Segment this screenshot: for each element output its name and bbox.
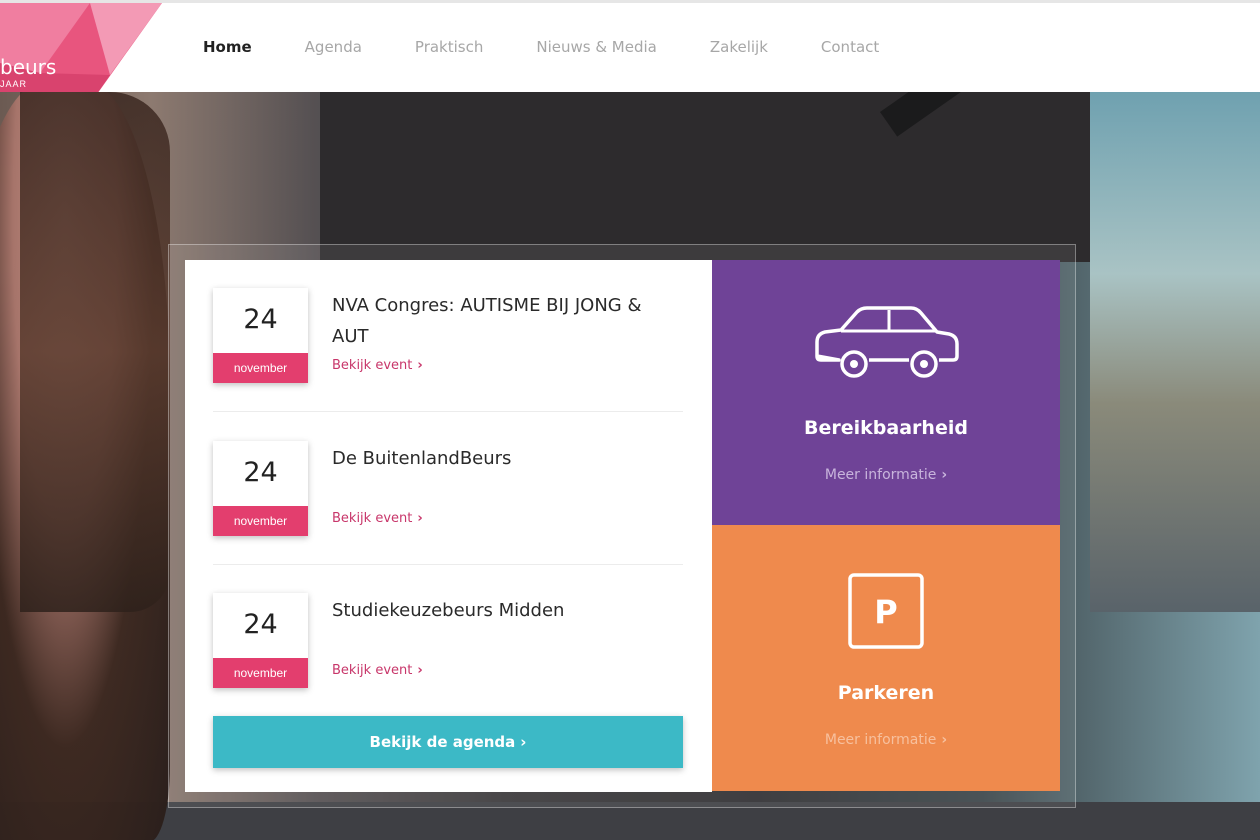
tile-link[interactable]: Meer informatie › <box>712 732 1060 748</box>
tile-link-label: Meer informatie <box>824 732 937 748</box>
event-item: 24 november De BuitenlandBeurs Bekijk ev… <box>213 441 683 561</box>
event-title: NVA Congres: AUTISME BIJ JONG & AUT <box>332 295 642 347</box>
event-day: 24 <box>243 304 278 335</box>
nav-item-nieuws-media[interactable]: Nieuws & Media <box>536 38 657 56</box>
logo-text: beurs <box>0 55 57 79</box>
event-link-label: Bekijk event <box>332 358 413 373</box>
event-link-label: Bekijk event <box>332 511 413 526</box>
chevron-right-icon: › <box>520 733 527 751</box>
event-month: november <box>213 658 308 688</box>
event-link[interactable]: Bekijk event › <box>332 663 423 678</box>
view-agenda-button[interactable]: Bekijk de agenda › <box>213 716 683 768</box>
chevron-right-icon: › <box>417 663 423 678</box>
nav-item-zakelijk[interactable]: Zakelijk <box>710 38 768 56</box>
hero-hair <box>20 92 170 612</box>
nav-item-praktisch[interactable]: Praktisch <box>415 38 483 56</box>
nav-item-contact[interactable]: Contact <box>821 38 879 56</box>
tile-title: Parkeren <box>837 682 935 704</box>
event-day: 24 <box>243 609 278 640</box>
event-title: Studiekeuzebeurs Midden <box>332 600 565 621</box>
agenda-button-label: Bekijk de agenda <box>369 733 516 751</box>
tile-link[interactable]: Meer informatie › <box>712 467 1060 483</box>
parkeren-tile[interactable]: P Parkeren Meer informatie › <box>712 525 1060 791</box>
parking-icon: P <box>712 573 1060 649</box>
tile-link-label: Meer informatie <box>824 467 937 483</box>
main-nav: Home Agenda Praktisch Nieuws & Media Zak… <box>203 38 932 56</box>
chevron-right-icon: › <box>417 358 423 373</box>
event-item: 24 november NVA Congres: AUTISME BIJ JON… <box>213 288 683 408</box>
event-date: 24 november <box>213 288 308 383</box>
chevron-right-icon: › <box>417 511 423 526</box>
event-link-label: Bekijk event <box>332 663 413 678</box>
event-item: 24 november Studiekeuzebeurs Midden Beki… <box>213 593 683 713</box>
events-panel: 24 november NVA Congres: AUTISME BIJ JON… <box>185 260 712 792</box>
tile-title: Bereikbaarheid <box>804 417 968 439</box>
car-icon <box>712 304 1060 384</box>
event-date: 24 november <box>213 593 308 688</box>
event-link[interactable]: Bekijk event › <box>332 511 423 526</box>
chevron-right-icon: › <box>941 732 948 748</box>
event-link[interactable]: Bekijk event › <box>332 358 423 373</box>
event-day: 24 <box>243 457 278 488</box>
hero-glass <box>1090 92 1260 612</box>
bereikbaarheid-tile[interactable]: Bereikbaarheid Meer informatie › <box>712 260 1060 525</box>
event-month: november <box>213 353 308 383</box>
event-date: 24 november <box>213 441 308 536</box>
divider <box>213 564 683 565</box>
event-month: november <box>213 506 308 536</box>
chevron-right-icon: › <box>941 467 948 483</box>
site-header: beurs JAAR Home Agenda Praktisch Nieuws … <box>0 0 1260 118</box>
nav-item-home[interactable]: Home <box>203 38 252 56</box>
event-title: De BuitenlandBeurs <box>332 448 512 469</box>
nav-item-agenda[interactable]: Agenda <box>305 38 362 56</box>
logo-subtext: JAAR <box>0 79 28 89</box>
svg-text:P: P <box>874 593 897 631</box>
divider <box>213 411 683 412</box>
